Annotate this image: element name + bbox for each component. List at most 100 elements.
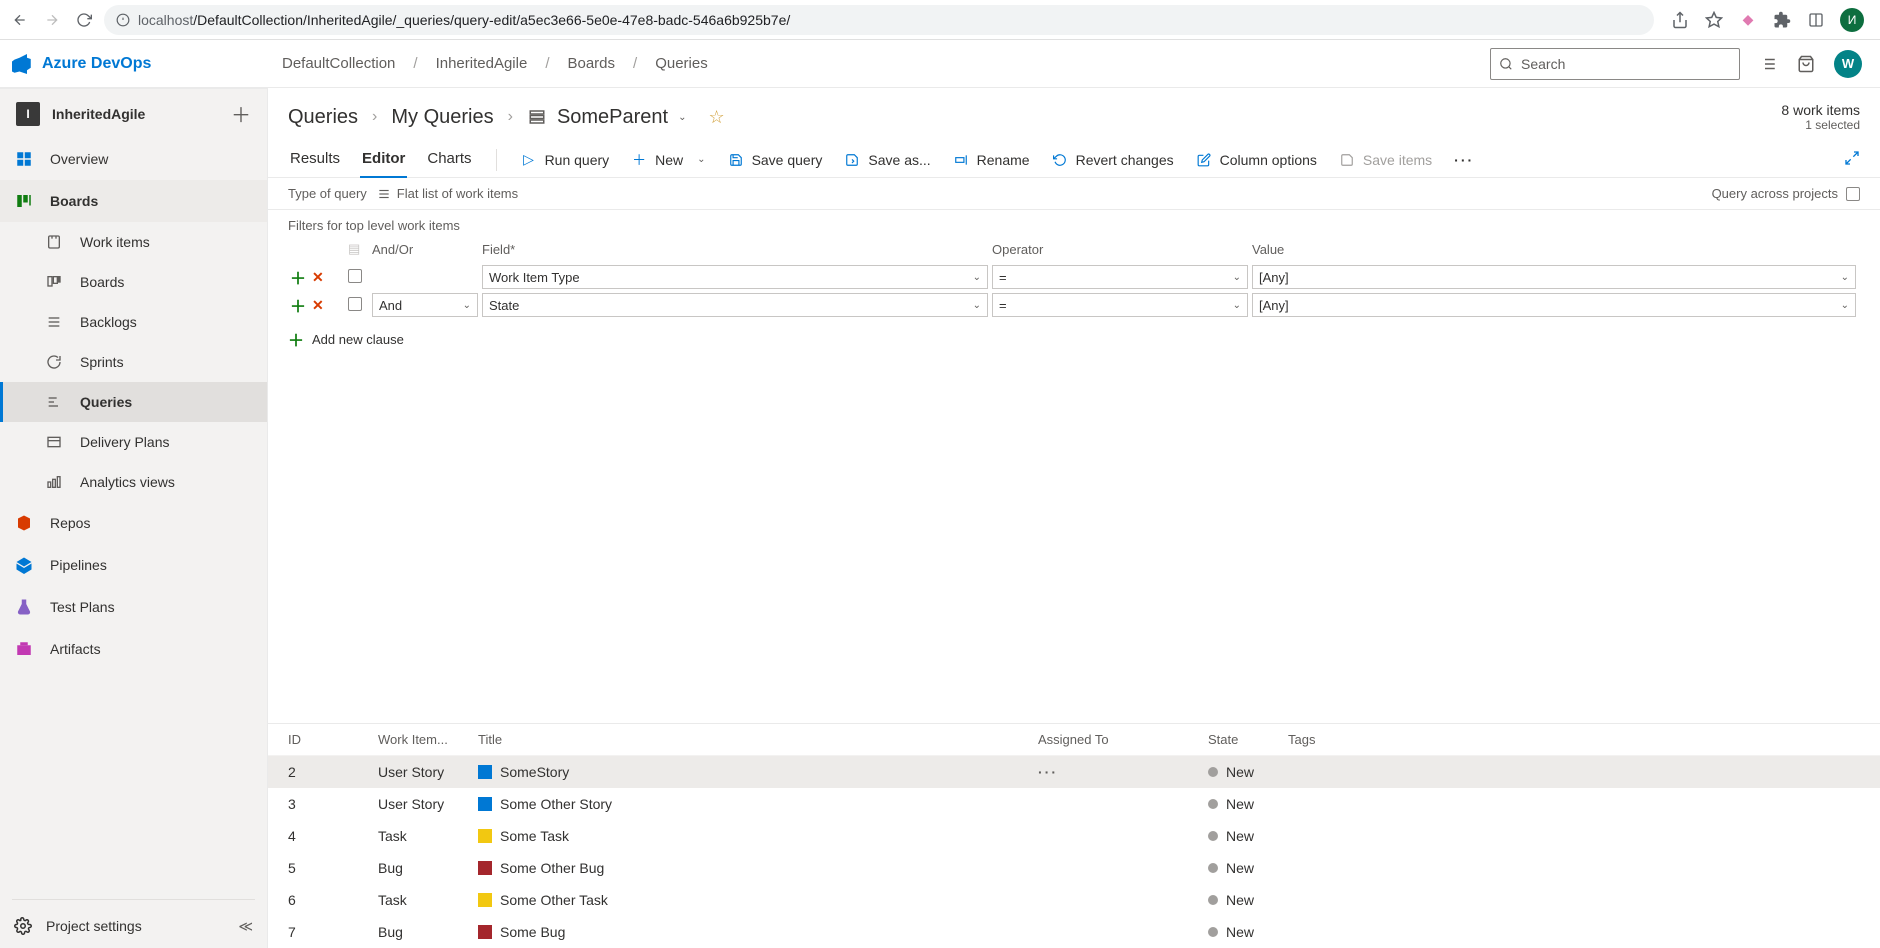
operator-dropdown[interactable]: =⌄ bbox=[992, 293, 1248, 317]
col-type[interactable]: Work Item... bbox=[378, 732, 478, 747]
bc-myqueries[interactable]: My Queries bbox=[391, 106, 493, 129]
nav-work-items[interactable]: Work items bbox=[0, 222, 267, 262]
row-actions-icon[interactable]: ··· bbox=[1038, 764, 1058, 780]
grouping-icon[interactable]: ▤ bbox=[348, 241, 372, 257]
nav-analytics[interactable]: Analytics views bbox=[0, 462, 267, 502]
crumb-page[interactable]: Queries bbox=[655, 55, 708, 72]
nav-boards[interactable]: Boards bbox=[0, 180, 267, 222]
azure-devops-logo-icon[interactable] bbox=[12, 54, 32, 74]
plus-icon: ＋ bbox=[631, 150, 647, 170]
divider bbox=[496, 149, 497, 171]
add-clause-button[interactable]: ＋ Add new clause bbox=[288, 319, 1860, 359]
th-field: Field* bbox=[482, 242, 992, 257]
work-item-row[interactable]: 2 User Story SomeStory ··· New bbox=[268, 756, 1880, 788]
work-item-row[interactable]: 5 Bug Some Other Bug New bbox=[268, 852, 1880, 884]
operator-dropdown[interactable]: =⌄ bbox=[992, 265, 1248, 289]
cell-state: New bbox=[1226, 924, 1254, 940]
more-commands[interactable]: ··· bbox=[1452, 148, 1476, 172]
tab-editor[interactable]: Editor bbox=[360, 142, 407, 177]
shopping-bag-icon[interactable] bbox=[1796, 54, 1816, 74]
value-dropdown[interactable]: [Any]⌄ bbox=[1252, 293, 1856, 317]
th-value: Value bbox=[1252, 242, 1860, 257]
nav-sprints[interactable]: Sprints bbox=[0, 342, 267, 382]
field-dropdown[interactable]: Work Item Type⌄ bbox=[482, 265, 988, 289]
favorite-star-icon[interactable]: ☆ bbox=[709, 107, 725, 128]
rename-button[interactable]: Rename bbox=[951, 148, 1032, 172]
tab-results[interactable]: Results bbox=[288, 142, 342, 177]
col-tags[interactable]: Tags bbox=[1288, 732, 1378, 747]
bc-current[interactable]: SomeParent ⌄ bbox=[527, 106, 687, 129]
col-assigned[interactable]: Assigned To bbox=[1038, 732, 1208, 747]
nav-queries[interactable]: Queries bbox=[0, 382, 267, 422]
nav-label: Test Plans bbox=[50, 599, 115, 615]
work-item-row[interactable]: 3 User Story Some Other Story New bbox=[268, 788, 1880, 820]
crumb-project[interactable]: InheritedAgile bbox=[436, 55, 528, 72]
row-checkbox[interactable] bbox=[348, 297, 362, 311]
panel-icon[interactable] bbox=[1806, 10, 1826, 30]
nav-overview[interactable]: Overview bbox=[0, 138, 267, 180]
reload-button[interactable] bbox=[72, 8, 96, 32]
col-state[interactable]: State bbox=[1208, 732, 1288, 747]
url-host: localhost bbox=[138, 12, 193, 28]
fullscreen-icon[interactable] bbox=[1844, 150, 1860, 169]
nav-repos[interactable]: Repos bbox=[0, 502, 267, 544]
collapse-nav-icon[interactable]: ≪ bbox=[238, 918, 253, 935]
andor-dropdown[interactable]: And⌄ bbox=[372, 293, 478, 317]
nav-artifacts[interactable]: Artifacts bbox=[0, 628, 267, 670]
work-item-row[interactable]: 4 Task Some Task New bbox=[268, 820, 1880, 852]
revert-button[interactable]: Revert changes bbox=[1050, 148, 1176, 172]
chevron-down-icon[interactable]: ⌄ bbox=[678, 112, 686, 123]
work-item-type-icon bbox=[478, 829, 492, 843]
backlog-icon bbox=[44, 312, 64, 332]
user-avatar[interactable]: W bbox=[1834, 50, 1862, 78]
col-id[interactable]: ID bbox=[288, 732, 378, 747]
tab-charts[interactable]: Charts bbox=[425, 142, 473, 177]
address-bar[interactable]: localhost/DefaultCollection/InheritedAgi… bbox=[104, 5, 1654, 35]
new-button[interactable]: ＋New⌄ bbox=[629, 146, 707, 174]
cell-title[interactable]: Some Task bbox=[500, 828, 569, 844]
crumb-service[interactable]: Boards bbox=[567, 55, 615, 72]
profile-avatar[interactable]: И bbox=[1840, 8, 1864, 32]
remove-row-icon[interactable]: ✕ bbox=[312, 297, 324, 314]
work-item-row[interactable]: 6 Task Some Other Task New bbox=[268, 884, 1880, 916]
work-item-row[interactable]: 7 Bug Some Bug New bbox=[268, 916, 1880, 948]
market-icon[interactable] bbox=[1758, 54, 1778, 74]
bc-queries[interactable]: Queries bbox=[288, 106, 358, 129]
nav-boards-sub[interactable]: Boards bbox=[0, 262, 267, 302]
query-across-checkbox[interactable] bbox=[1846, 187, 1860, 201]
ext-icon-1[interactable]: ◆ bbox=[1738, 10, 1758, 30]
nav-backlogs[interactable]: Backlogs bbox=[0, 302, 267, 342]
nav-delivery-plans[interactable]: Delivery Plans bbox=[0, 422, 267, 462]
col-title[interactable]: Title bbox=[478, 732, 1038, 747]
search-input[interactable]: Search bbox=[1490, 48, 1740, 80]
row-checkbox[interactable] bbox=[348, 269, 362, 283]
cell-title[interactable]: Some Other Task bbox=[500, 892, 608, 908]
cell-title[interactable]: Some Bug bbox=[500, 924, 565, 940]
add-row-icon[interactable]: ＋ bbox=[290, 265, 306, 289]
nav-test-plans[interactable]: Test Plans bbox=[0, 586, 267, 628]
remove-row-icon[interactable]: ✕ bbox=[312, 269, 324, 286]
bookmark-star-icon[interactable] bbox=[1704, 10, 1724, 30]
value-dropdown[interactable]: [Any]⌄ bbox=[1252, 265, 1856, 289]
extensions-icon[interactable] bbox=[1772, 10, 1792, 30]
add-row-icon[interactable]: ＋ bbox=[290, 293, 306, 317]
query-type-selector[interactable]: Flat list of work items bbox=[377, 186, 518, 201]
field-dropdown[interactable]: State⌄ bbox=[482, 293, 988, 317]
share-icon[interactable] bbox=[1670, 10, 1690, 30]
cell-title[interactable]: Some Other Story bbox=[500, 796, 612, 812]
project-settings[interactable]: Project settings ≪ bbox=[0, 904, 267, 948]
forward-button[interactable] bbox=[40, 8, 64, 32]
back-button[interactable] bbox=[8, 8, 32, 32]
project-selector[interactable]: I InheritedAgile ＋ bbox=[0, 88, 267, 138]
cell-title[interactable]: Some Other Bug bbox=[500, 860, 604, 876]
run-query-button[interactable]: ▷Run query bbox=[519, 147, 612, 172]
crumb-collection[interactable]: DefaultCollection bbox=[282, 55, 395, 72]
product-name[interactable]: Azure DevOps bbox=[42, 55, 151, 73]
cell-title[interactable]: SomeStory bbox=[500, 764, 569, 780]
save-query-button[interactable]: Save query bbox=[726, 148, 825, 172]
new-project-icon[interactable]: ＋ bbox=[231, 99, 251, 128]
nav-pipelines[interactable]: Pipelines bbox=[0, 544, 267, 586]
save-as-button[interactable]: Save as... bbox=[842, 148, 932, 172]
site-info-icon[interactable] bbox=[116, 13, 130, 27]
column-options-button[interactable]: Column options bbox=[1194, 148, 1319, 172]
